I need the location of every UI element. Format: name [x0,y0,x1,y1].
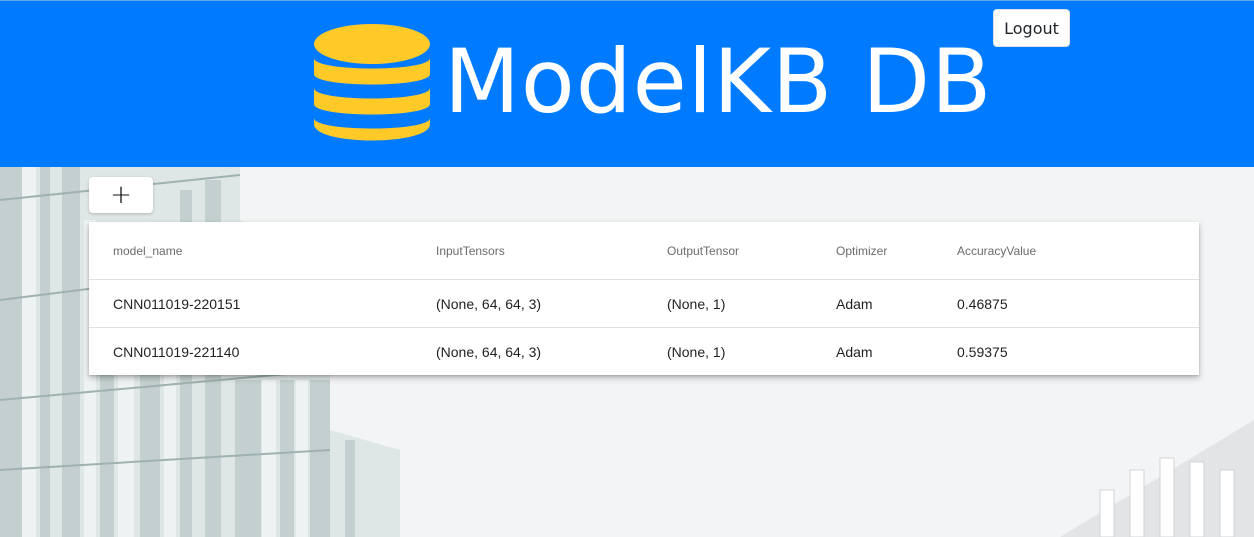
cell-model-name: CNN011019-221140 [113,343,240,360]
header-top-border [0,0,1254,1]
add-model-button[interactable]: + [89,177,153,213]
brand-title: ModelKB DB [444,30,993,133]
cell-optimizer: Adam [836,279,957,328]
table-row[interactable]: CNN011019-221140 (None, 64, 64, 3) (None… [89,328,1199,376]
cell-accuracy-value: 0.59375 [957,343,1008,360]
table-header-row: model_name InputTensors OutputTensor Opt… [89,222,1199,280]
column-header-input-tensors: InputTensors [436,222,667,280]
column-header-accuracy-value: AccuracyValue [957,222,1199,280]
app-header: ModelKB DB Logout [0,0,1254,167]
cell-model-name: CNN011019-220151 [89,279,436,328]
cell-accuracy-value: 0.46875 [957,279,1199,328]
models-table-card: model_name InputTensors OutputTensor Opt… [89,222,1199,375]
cell-optimizer: Adam [836,343,873,360]
database-icon [314,24,430,141]
cell-output-tensor: (None, 1) [667,343,726,360]
column-header-optimizer: Optimizer [836,222,957,280]
column-header-output-tensor: OutputTensor [667,222,836,280]
models-table: model_name InputTensors OutputTensor Opt… [89,222,1199,375]
cell-output-tensor: (None, 1) [667,279,836,328]
cell-input-tensors: (None, 64, 64, 3) [436,279,667,328]
logout-button[interactable]: Logout [993,9,1070,47]
cell-input-tensors: (None, 64, 64, 3) [436,343,542,360]
column-header-model-name: model_name [89,222,436,280]
table-row[interactable]: CNN011019-220151 (None, 64, 64, 3) (None… [89,279,1199,328]
